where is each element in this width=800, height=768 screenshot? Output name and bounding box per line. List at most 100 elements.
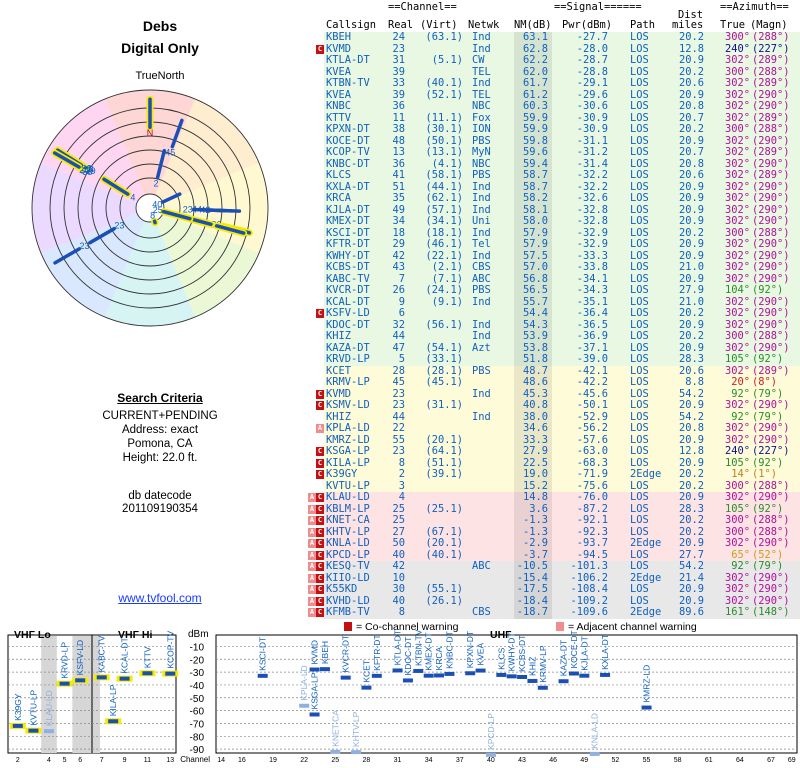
station-spoke[interactable] (192, 207, 224, 213)
signal-bar[interactable] (142, 671, 153, 676)
station-label: 23 (183, 204, 193, 214)
tvfool-link[interactable]: www.tvfool.com (118, 591, 201, 605)
cell-path: LOS (630, 330, 649, 342)
cell-nm: 57.0 (522, 261, 548, 273)
signal-bar[interactable] (351, 750, 362, 755)
station-row: KRVD-LP 5 (33.1) 51.8 -39.0 LOS 28.3 105° (92°) (300, 353, 800, 366)
cell-path: 2Edge (630, 537, 662, 549)
signal-bar[interactable] (309, 667, 320, 672)
cell-call[interactable]: KFMB-TV (326, 606, 370, 619)
signal-bar[interactable] (527, 678, 538, 683)
signal-bar[interactable] (485, 752, 496, 757)
signal-bar[interactable] (568, 671, 579, 676)
signal-bar[interactable] (59, 681, 70, 686)
cell-virt: (25.1) (425, 502, 463, 515)
cell-pwr: -63.0 (576, 445, 608, 457)
signal-bar[interactable] (392, 668, 403, 673)
cell-call[interactable]: KTLA-DT (326, 54, 370, 67)
cell-mag: (289°) (752, 54, 790, 66)
cell-call[interactable]: KPXN-DT (326, 123, 370, 136)
cell-virt: (34.1) (425, 215, 463, 227)
x-tick-label: 69 (788, 757, 796, 764)
cell-call[interactable]: KESQ-TV (326, 560, 370, 573)
cell-pwr: -33.8 (576, 261, 608, 273)
cell-call[interactable]: KCBS-DT (326, 261, 370, 274)
signal-bar[interactable] (600, 672, 611, 677)
cell-call[interactable]: KHIZ (326, 330, 351, 343)
signal-bar[interactable] (96, 675, 107, 680)
cell-call[interactable]: K55KD (326, 583, 357, 596)
criteria-line: Pomona, CA (127, 438, 193, 450)
signal-bar[interactable] (340, 675, 351, 680)
cell-call[interactable]: KBEH (326, 31, 351, 44)
cell-call[interactable]: KCOP-TV (326, 146, 370, 159)
cell-virt: (52.1) (425, 88, 463, 101)
cell-pwr: -109.6 (570, 606, 608, 618)
cell-pwr: -32.9 (576, 238, 608, 250)
site-subtitle: Digital Only (121, 40, 199, 56)
cell-path: LOS (630, 192, 649, 204)
signal-bar[interactable] (12, 723, 23, 728)
cell-call[interactable]: KSGA-LP (326, 445, 370, 458)
signal-bar[interactable] (558, 679, 569, 684)
cell-nm: 27.9 (522, 445, 548, 457)
signal-bar[interactable] (309, 712, 320, 717)
cell-call[interactable]: KPLA-LD (326, 422, 370, 435)
cell-virt: (31.1) (425, 399, 463, 411)
signal-bar[interactable] (579, 673, 590, 678)
signal-bar[interactable] (434, 673, 445, 678)
signal-bar[interactable] (165, 671, 176, 676)
cell-call[interactable]: KLCS (326, 169, 351, 182)
cell-call[interactable]: K39GY (326, 468, 357, 481)
bar-label: KMRZ-LD (642, 665, 652, 703)
signal-bar[interactable] (589, 751, 600, 756)
cell-pwr: -32.2 (576, 169, 608, 181)
signal-bar[interactable] (413, 668, 424, 673)
cell-pwr: -76.0 (576, 491, 608, 503)
cell-nm: -17.5 (516, 583, 548, 595)
cell-pwr: -34.3 (576, 284, 608, 296)
signal-bar[interactable] (517, 674, 528, 679)
signal-bar[interactable] (330, 749, 341, 754)
signal-bar[interactable] (119, 676, 130, 681)
cell-call[interactable]: KMEX-DT (326, 215, 370, 228)
cell-call[interactable]: KSFV-LD (326, 307, 370, 320)
cell-real: 31 (392, 54, 405, 66)
signal-bar[interactable] (465, 671, 476, 676)
signal-bar[interactable] (319, 667, 330, 672)
signal-bar[interactable] (506, 674, 517, 679)
cell-real: 24 (392, 31, 405, 43)
cell-call[interactable]: KRVD-LP (326, 353, 370, 366)
cell-call[interactable]: KLAU-LD (326, 491, 370, 504)
cell-call[interactable]: KSMV-LD (326, 399, 370, 412)
cell-call[interactable]: KRMV-LP (326, 376, 370, 389)
cell-call[interactable]: KNET-CA (326, 514, 370, 527)
signal-bar[interactable] (108, 719, 119, 724)
cell-virt: (30.1) (425, 123, 463, 135)
bar-label: KVMD (310, 640, 320, 665)
signal-bar[interactable] (371, 673, 382, 678)
signal-bar[interactable] (475, 668, 486, 673)
signal-bar[interactable] (28, 728, 39, 733)
signal-bar[interactable] (537, 685, 548, 690)
cell-nm: 62.2 (522, 54, 548, 66)
cell-call[interactable]: KTBN-TV (326, 77, 370, 90)
signal-bar[interactable] (641, 705, 652, 710)
signal-bar[interactable] (257, 673, 268, 678)
signal-bar[interactable] (44, 729, 54, 734)
x-tick-label: 64 (736, 757, 744, 764)
signal-bar[interactable] (402, 678, 413, 683)
cell-call[interactable]: KNBC (326, 100, 351, 113)
cell-call[interactable]: KFTR-DT (326, 238, 370, 251)
signal-bar[interactable] (444, 671, 455, 676)
signal-bar[interactable] (361, 685, 372, 690)
cell-az: 302° (724, 238, 750, 250)
cell-call[interactable]: KRCA (326, 192, 351, 205)
signal-bar[interactable] (299, 703, 310, 708)
signal-bar[interactable] (496, 672, 507, 677)
cell-call[interactable]: KNLA-LD (326, 537, 370, 550)
cell-virt: (63.1) (425, 31, 463, 43)
cell-call[interactable]: KVCR-DT (326, 284, 370, 297)
signal-bar[interactable] (75, 678, 86, 683)
signal-bar[interactable] (423, 673, 434, 678)
